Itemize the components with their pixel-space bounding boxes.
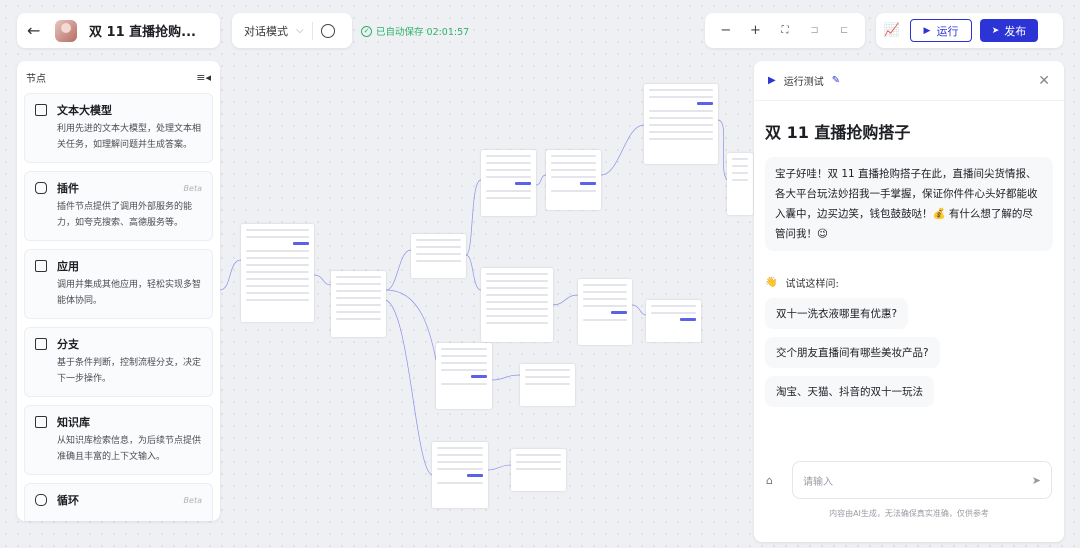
app-title[interactable]: 双 11 直播抢购...: [89, 21, 196, 40]
node-card-label: 循环: [57, 494, 79, 507]
autosave-status: ✓ 已自动保存 02:01:57: [361, 24, 469, 38]
collapse-icon[interactable]: ≡◂: [196, 71, 211, 84]
mode-label[interactable]: 对话模式: [244, 23, 288, 39]
node-card-llm[interactable]: 文本大模型 利用先进的文本大模型，处理文本相关任务，如理解问题并生成答案。: [24, 93, 213, 163]
arrow-left-icon[interactable]: ←: [27, 21, 43, 40]
run-label: 运行: [936, 24, 959, 38]
grid-icon: [35, 260, 47, 272]
beta-badge: Beta: [183, 183, 202, 193]
node-card-desc: 基于条件判断，控制流程分支，决定下一步操作。: [57, 358, 202, 384]
workflow-node[interactable]: [481, 150, 536, 216]
book-icon: [35, 416, 47, 428]
avatar: [55, 19, 77, 42]
workflow-node[interactable]: [331, 271, 386, 337]
test-panel-header: ▶ 运行测试 ✎ ✕: [754, 61, 1064, 101]
branch-icon: [35, 338, 47, 350]
wave-hand-icon: 👋: [765, 277, 778, 288]
node-card-label: 插件: [57, 182, 79, 195]
suggestion-chip[interactable]: 双十一洗衣液哪里有优惠?: [765, 298, 909, 329]
workflow-node[interactable]: [432, 442, 488, 508]
sidebar-header: 节点 ≡◂: [24, 61, 213, 93]
node-card-loop[interactable]: 循环 Beta: [24, 483, 213, 521]
workflow-node[interactable]: [727, 153, 753, 215]
zoom-controls: − + ⛶ ⊐ ⊏: [705, 13, 865, 48]
play-icon: ▶: [768, 75, 776, 86]
workflow-node[interactable]: [520, 364, 575, 406]
node-card-branch[interactable]: 分支 基于条件判断，控制流程分支，决定下一步操作。: [24, 327, 213, 397]
chat-composer: ⌂ 请输入 ➤: [766, 461, 1052, 499]
loop-icon: [35, 494, 47, 506]
fit-view-icon[interactable]: ⛶: [775, 25, 795, 36]
publish-button[interactable]: ➤ 发布: [980, 19, 1038, 42]
node-card-label: 应用: [57, 260, 79, 273]
mode-selector[interactable]: 对话模式 ⌵: [232, 13, 352, 48]
smile-icon[interactable]: [320, 23, 335, 38]
suggestion-chip[interactable]: 淘宝、天猫、抖音的双十一玩法: [765, 376, 934, 407]
check-circle-icon: ✓: [361, 25, 372, 37]
cube-icon: [35, 104, 47, 116]
sidebar-title: 节点: [26, 73, 46, 85]
play-icon: ▶: [923, 25, 931, 36]
chart-icon[interactable]: 📈: [882, 23, 902, 38]
action-bar: 📈 ▶ 运行 ➤ 发布: [876, 13, 1063, 48]
workflow-node[interactable]: [644, 84, 718, 164]
workflow-node[interactable]: [546, 150, 601, 210]
node-card-label: 文本大模型: [57, 104, 112, 117]
node-card-plugin[interactable]: 插件 Beta 插件节点提供了调用外部服务的能力，如夸克搜索、高德服务等。: [24, 171, 213, 241]
broom-icon[interactable]: ⌂: [766, 474, 782, 487]
bot-title: 双 11 直播抢购搭子: [765, 123, 911, 142]
chat-input[interactable]: 请输入 ➤: [792, 461, 1052, 499]
title-bar: ← 双 11 直播抢购...: [17, 13, 220, 48]
node-card-desc: 从知识库检索信息，为后续节点提供准确且丰富的上下文输入。: [57, 436, 202, 462]
workflow-node[interactable]: [436, 343, 492, 409]
node-card-desc: 利用先进的文本大模型，处理文本相关任务，如理解问题并生成答案。: [57, 124, 202, 150]
close-icon[interactable]: ✕: [1038, 73, 1050, 89]
beta-badge: Beta: [183, 495, 202, 505]
node-card-desc: 调用并集成其他应用，轻松实现多智能体协同。: [57, 280, 202, 306]
welcome-message: 宝子好哇！双 11 直播抢购搭子在此，直播间尖货情报、各大平台玩法妙招我一手掌握…: [765, 157, 1053, 251]
node-card-label: 知识库: [57, 416, 90, 429]
test-panel-title: 运行测试: [783, 77, 824, 88]
try-label-text: 试试这样问:: [785, 279, 839, 290]
test-run-panel: ▶ 运行测试 ✎ ✕ 双 11 直播抢购搭子 宝子好哇！双 11 直播抢购搭子在…: [754, 61, 1064, 542]
workflow-node[interactable]: [646, 300, 701, 342]
disclaimer: 内容由AI生成，无法确保真实准确，仅供参考: [829, 509, 989, 518]
publish-label: 发布: [1004, 24, 1027, 38]
node-sidebar: 节点 ≡◂ 文本大模型 利用先进的文本大模型，处理文本相关任务，如理解问题并生成…: [17, 61, 220, 521]
chevron-down-icon[interactable]: ⌵: [296, 25, 304, 36]
workflow-node[interactable]: [511, 449, 566, 491]
zoom-out-icon[interactable]: −: [716, 23, 736, 38]
workflow-node[interactable]: [411, 234, 466, 278]
autosave-text: 已自动保存 02:01:57: [376, 27, 470, 38]
workflow-node[interactable]: [578, 279, 632, 345]
edit-icon[interactable]: ✎: [832, 75, 840, 86]
zoom-in-icon[interactable]: +: [745, 23, 765, 38]
run-button[interactable]: ▶ 运行: [910, 19, 972, 42]
puzzle-icon: [35, 182, 47, 194]
redo-icon[interactable]: ⊏: [834, 25, 854, 36]
undo-icon[interactable]: ⊐: [805, 25, 825, 36]
send-icon: ➤: [991, 25, 1000, 36]
node-card-label: 分支: [57, 338, 79, 351]
workflow-node-start[interactable]: [241, 224, 314, 322]
divider: [311, 21, 313, 40]
workflow-node[interactable]: [481, 268, 553, 342]
node-card-knowledge[interactable]: 知识库 从知识库检索信息，为后续节点提供准确且丰富的上下文输入。: [24, 405, 213, 475]
try-label: 👋 试试这样问:: [754, 275, 1064, 290]
send-icon[interactable]: ➤: [1032, 474, 1041, 487]
node-card-desc: 插件节点提供了调用外部服务的能力，如夸克搜索、高德服务等。: [57, 202, 193, 228]
node-card-app[interactable]: 应用 调用并集成其他应用，轻松实现多智能体协同。: [24, 249, 213, 319]
input-placeholder: 请输入: [803, 476, 833, 488]
suggestion-chip[interactable]: 交个朋友直播间有哪些美妆产品?: [765, 337, 940, 368]
